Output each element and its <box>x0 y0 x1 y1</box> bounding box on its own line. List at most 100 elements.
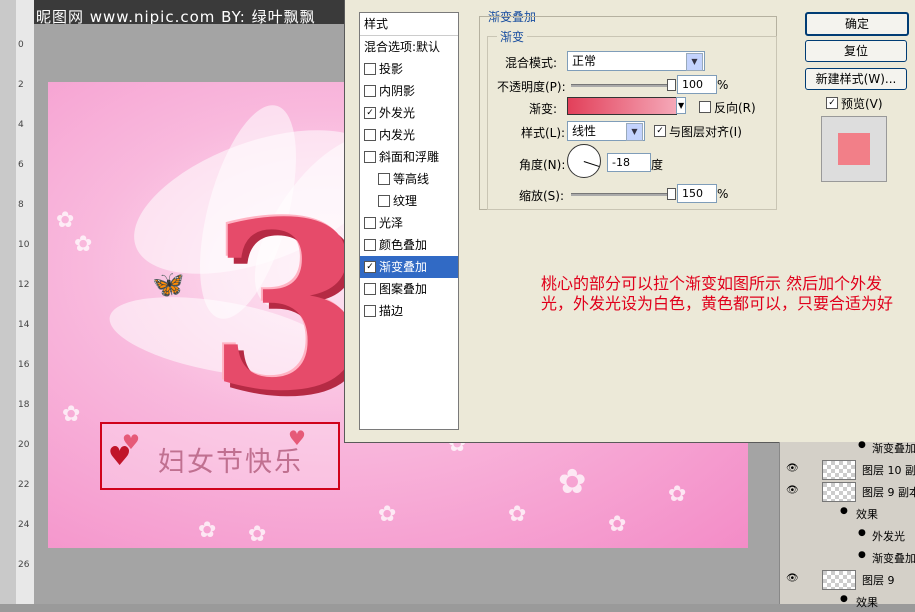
style-list-item[interactable]: 颜色叠加 <box>360 234 458 256</box>
style-item-checkbox[interactable] <box>364 216 376 229</box>
layer-thumbnail <box>822 460 856 480</box>
opacity-input[interactable]: 100 <box>677 75 717 94</box>
style-item-checkbox[interactable]: ✓ <box>364 106 376 119</box>
align-with-layer-checkbox[interactable]: ✓ <box>654 125 666 137</box>
layer-label: 外发光 <box>872 530 905 543</box>
style-list-item[interactable]: 光泽 <box>360 212 458 234</box>
style-list-item[interactable]: 混合选项:默认 <box>360 36 458 58</box>
style-list-item[interactable]: 纹理 <box>360 190 458 212</box>
effect-eye-icon[interactable]: ● <box>858 528 866 538</box>
style-list-item[interactable]: 图案叠加 <box>360 278 458 300</box>
flower-icon: ✿ <box>558 462 587 502</box>
watermark-bar: 昵图网 www.nipic.com BY: 绿叶飘飘 <box>34 0 354 26</box>
reverse-label: 反向(R) <box>714 101 756 115</box>
blend-mode-label: 混合模式: <box>505 56 558 70</box>
ruler-number: 18 <box>18 400 30 410</box>
flower-icon: ✿ <box>378 502 397 527</box>
layer-thumbnail <box>822 570 856 590</box>
gradient-swatch[interactable] <box>567 97 677 115</box>
style-item-checkbox[interactable] <box>364 84 376 97</box>
layer-label: 图层 10 副本 <box>862 464 915 477</box>
style-list-item[interactable]: ✓ 外发光 <box>360 102 458 124</box>
scale-slider-thumb[interactable] <box>667 188 676 200</box>
ok-button[interactable]: 确定 <box>805 12 909 36</box>
angle-input[interactable]: -18 <box>607 153 651 172</box>
reset-button[interactable]: 复位 <box>805 40 907 62</box>
scale-slider[interactable] <box>571 188 676 200</box>
flower-icon: ✿ <box>62 402 81 427</box>
layer-effect-row[interactable]: ● 渐变叠加 <box>780 436 915 458</box>
layer-effect-row[interactable]: ● 效果 <box>780 590 915 612</box>
flower-icon: ✿ <box>608 512 627 537</box>
style-item-label: 纹理 <box>393 194 418 208</box>
style-item-checkbox[interactable] <box>364 62 376 75</box>
flower-icon: ✿ <box>668 482 687 507</box>
style-item-label: 描边 <box>379 304 404 318</box>
reverse-checkbox[interactable] <box>699 101 711 113</box>
style-item-checkbox[interactable] <box>364 304 376 317</box>
butterfly-icon: 🦋 <box>152 270 185 300</box>
ruler-number: 20 <box>18 440 30 450</box>
new-style-button[interactable]: 新建样式(W)... <box>805 68 907 90</box>
ruler-number: 10 <box>18 240 30 250</box>
style-list-item[interactable]: 内阴影 <box>360 80 458 102</box>
style-list-item[interactable]: 投影 <box>360 58 458 80</box>
banner-text: 妇女节快乐 <box>158 447 303 478</box>
style-item-checkbox[interactable] <box>378 194 390 207</box>
style-item-checkbox[interactable] <box>364 128 376 141</box>
style-list-item[interactable]: 斜面和浮雕 <box>360 146 458 168</box>
blend-mode-select[interactable]: 正常 ▼ <box>567 51 705 71</box>
angle-dial[interactable] <box>567 144 601 178</box>
eye-icon[interactable]: 👁 <box>786 463 799 474</box>
style-list-item[interactable]: 描边 <box>360 300 458 322</box>
style-list-header: 样式 <box>360 13 458 36</box>
style-list-item[interactable]: 内发光 <box>360 124 458 146</box>
align-with-layer-label: 与图层对齐(I) <box>669 125 742 139</box>
tool-strip[interactable] <box>0 0 17 604</box>
effect-eye-icon[interactable]: ● <box>840 594 848 604</box>
ruler-number: 0 <box>18 40 24 50</box>
chevron-down-icon[interactable]: ▼ <box>686 53 703 71</box>
layer-effect-row[interactable]: ● 渐变叠加 <box>780 546 915 568</box>
layer-row[interactable]: 👁 图层 10 副本 <box>780 458 915 480</box>
layer-label: 图层 9 <box>862 574 895 587</box>
scale-input[interactable]: 150 <box>677 184 717 203</box>
style-list: 样式 混合选项:默认投影内阴影 ✓ 外发光 内发光 斜面和浮雕 等高线纹理光泽 颜色叠加 ✓ 渐… <box>359 12 459 430</box>
layer-label: 图层 9 副本 <box>862 486 915 499</box>
style-item-label: 投影 <box>379 62 404 76</box>
layer-row[interactable]: 👁 图层 9 副本 <box>780 480 915 502</box>
effect-eye-icon[interactable]: ● <box>840 506 848 516</box>
gradient-picker-button[interactable]: ▼ <box>676 97 686 114</box>
chevron-down-icon[interactable]: ▼ <box>626 123 643 141</box>
effect-eye-icon[interactable]: ● <box>858 440 866 450</box>
style-item-label: 图案叠加 <box>379 282 428 296</box>
style-item-checkbox[interactable] <box>378 172 390 185</box>
style-item-checkbox[interactable]: ✓ <box>364 260 376 273</box>
eye-icon[interactable]: 👁 <box>786 573 799 584</box>
style-list-item[interactable]: ✓ 渐变叠加 <box>360 256 458 278</box>
style-list-item[interactable]: 等高线 <box>360 168 458 190</box>
flower-icon: ✿ <box>248 522 267 547</box>
preview-checkbox[interactable]: ✓ <box>826 97 838 109</box>
ruler-number: 4 <box>18 120 24 130</box>
blend-mode-value: 正常 <box>572 54 597 68</box>
flower-icon: ✿ <box>74 232 93 257</box>
layers-panel: ● 渐变叠加 👁 图层 10 副本 👁 图层 9 副本 ● 效果 ● 外发光 ● 渐变叠加 👁 图层 9 ●… <box>779 440 915 609</box>
preview-box <box>821 116 887 182</box>
layer-style-dialog: 样式 混合选项:默认投影内阴影 ✓ 外发光 内发光 斜面和浮雕 等高线纹理光泽 颜色叠加 ✓ 渐… <box>344 0 915 443</box>
layer-row[interactable]: 👁 图层 9 <box>780 568 915 590</box>
style-item-checkbox[interactable] <box>364 282 376 295</box>
layer-label: 效果 <box>856 596 878 609</box>
scale-unit: % <box>717 187 729 201</box>
opacity-slider-thumb[interactable] <box>667 79 676 91</box>
style-item-checkbox[interactable] <box>364 238 376 251</box>
preview-swatch <box>838 133 870 165</box>
layer-effect-row[interactable]: ● 外发光 <box>780 524 915 546</box>
layer-effect-row[interactable]: ● 效果 <box>780 502 915 524</box>
opacity-slider[interactable] <box>571 79 676 91</box>
style-item-checkbox[interactable] <box>364 150 376 163</box>
gradient-style-select[interactable]: 线性 ▼ <box>567 121 645 141</box>
eye-icon[interactable]: 👁 <box>786 485 799 496</box>
preview-label: 预览(V) <box>841 97 883 111</box>
effect-eye-icon[interactable]: ● <box>858 550 866 560</box>
